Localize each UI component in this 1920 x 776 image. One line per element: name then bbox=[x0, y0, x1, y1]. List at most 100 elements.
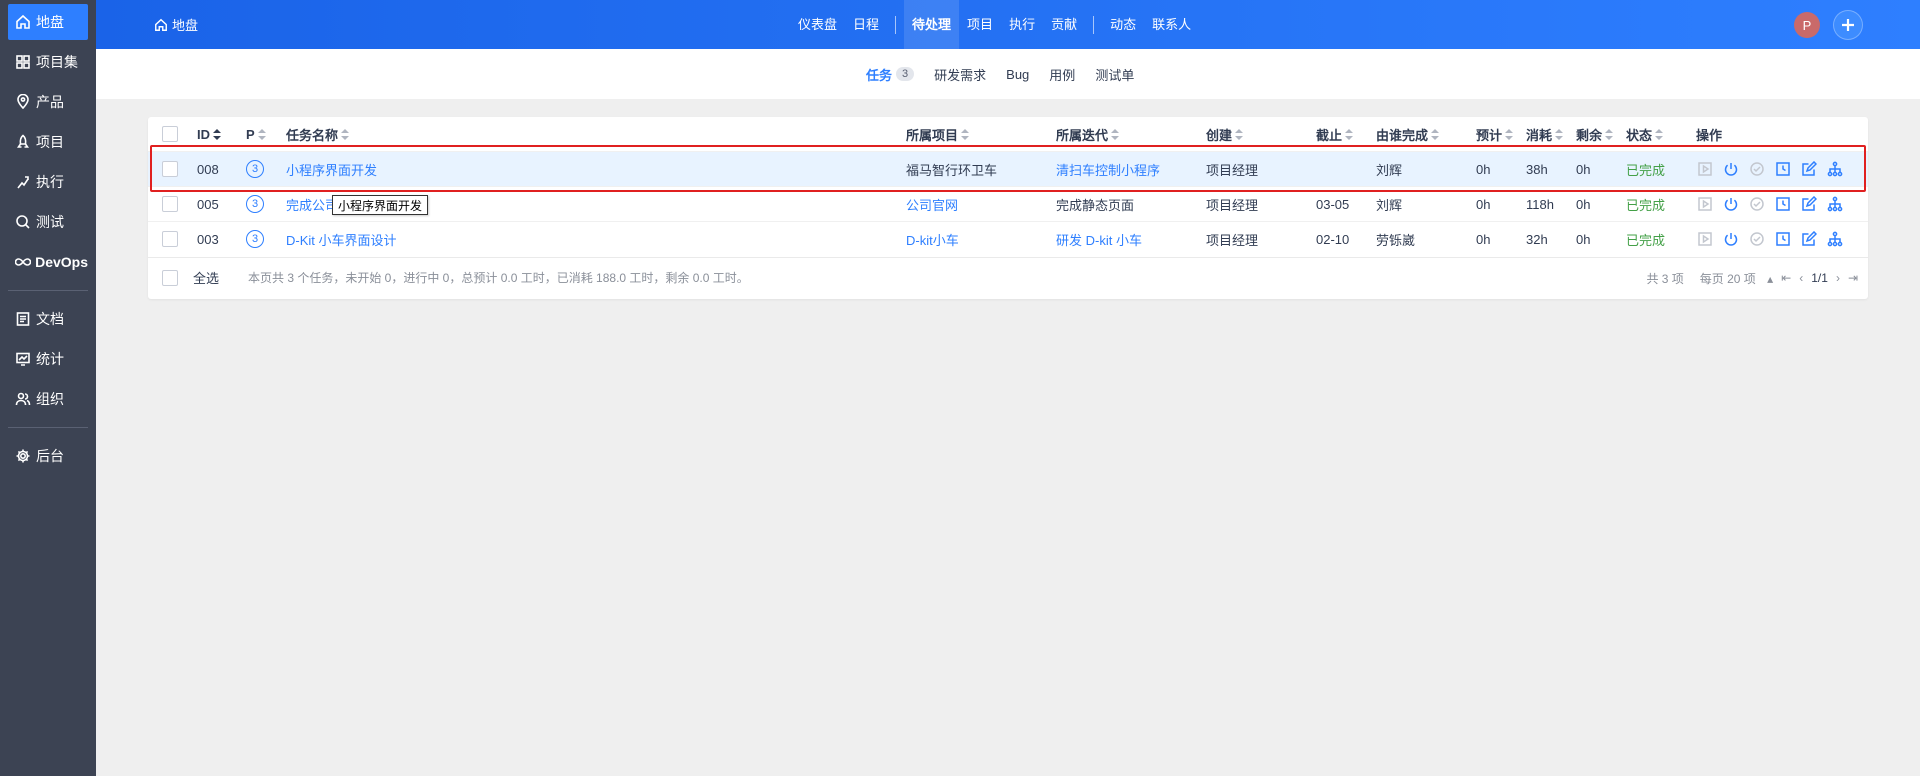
sidebar-item-product[interactable]: 产品 bbox=[8, 84, 88, 120]
batch-create-icon[interactable] bbox=[1826, 160, 1844, 178]
project-link[interactable]: D-kit小车 bbox=[906, 222, 959, 256]
task-name-link[interactable]: D-Kit 小车界面设计 bbox=[286, 222, 397, 256]
next-page-icon[interactable]: › bbox=[1836, 271, 1840, 285]
batch-create-icon[interactable] bbox=[1826, 230, 1844, 248]
task-name-link[interactable]: 小程序界面开发 bbox=[286, 152, 377, 186]
batch-create-icon[interactable] bbox=[1826, 195, 1844, 213]
creator: 项目经理 bbox=[1206, 197, 1259, 213]
sidebar-item-program[interactable]: 项目集 bbox=[8, 44, 88, 80]
play-icon[interactable] bbox=[1696, 230, 1714, 248]
record-hours-icon[interactable] bbox=[1774, 195, 1792, 213]
sidebar-item-company[interactable]: 组织 bbox=[8, 381, 88, 417]
finished-by: 劳铄崴 bbox=[1376, 232, 1416, 248]
select-all-label[interactable]: 全选 bbox=[193, 258, 219, 297]
header-label: 创建 bbox=[1206, 127, 1233, 143]
priority-badge: 3 bbox=[246, 152, 264, 186]
checkbox[interactable] bbox=[162, 161, 178, 177]
finish-icon[interactable] bbox=[1748, 230, 1766, 248]
header-finishedby[interactable]: 由谁完成 bbox=[1376, 117, 1440, 151]
sidebar-item-project[interactable]: 项目 bbox=[8, 124, 88, 160]
page-indicator: 1/1 bbox=[1811, 271, 1828, 285]
header-estimate[interactable]: 预计 bbox=[1476, 117, 1514, 151]
avatar[interactable]: P bbox=[1794, 12, 1820, 38]
nav-dashboard[interactable]: 仪表盘 bbox=[790, 0, 845, 49]
checkbox[interactable] bbox=[162, 269, 178, 286]
header-status[interactable]: 状态 bbox=[1626, 117, 1664, 151]
checkbox[interactable] bbox=[162, 231, 178, 247]
play-icon[interactable] bbox=[1696, 195, 1714, 213]
tab-bug[interactable]: Bug bbox=[1006, 67, 1029, 82]
caret-up-icon: ▴ bbox=[1767, 271, 1774, 286]
row-checkbox[interactable] bbox=[162, 187, 178, 221]
header-left[interactable]: 剩余 bbox=[1576, 117, 1614, 151]
add-button[interactable] bbox=[1833, 10, 1863, 40]
finish-icon[interactable] bbox=[1748, 195, 1766, 213]
pager: 共 3 项 每页 20 项 ▴ ⇤ ‹ 1/1 › ⇥ bbox=[1638, 258, 1858, 298]
header-deadline[interactable]: 截止 bbox=[1316, 117, 1354, 151]
tab-testtask[interactable]: 测试单 bbox=[1095, 65, 1134, 84]
row-checkbox[interactable] bbox=[162, 152, 178, 186]
per-page-label: 每页 20 项 bbox=[1699, 271, 1756, 286]
prev-page-icon[interactable]: ‹ bbox=[1799, 271, 1803, 285]
sidebar-item-doc[interactable]: 文档 bbox=[8, 301, 88, 337]
nav-dynamic[interactable]: 动态 bbox=[1102, 0, 1144, 49]
start-icon[interactable] bbox=[1722, 230, 1740, 248]
nav-contacts[interactable]: 联系人 bbox=[1144, 0, 1199, 49]
edit-icon[interactable] bbox=[1800, 195, 1818, 213]
sidebar-item-qa[interactable]: 测试 bbox=[8, 204, 88, 240]
nav-execution[interactable]: 执行 bbox=[1001, 0, 1043, 49]
infinity-icon bbox=[14, 253, 31, 271]
sort-icon bbox=[1111, 128, 1120, 140]
nav-work[interactable]: 待处理 bbox=[904, 0, 960, 49]
header-label: ID bbox=[197, 126, 210, 142]
record-hours-icon[interactable] bbox=[1774, 160, 1792, 178]
table-row: 003 3 D-Kit 小车界面设计 D-kit小车 研发 D-kit 小车 项目经理 02… bbox=[148, 221, 1868, 256]
sidebar-divider bbox=[8, 427, 88, 428]
execution-link[interactable]: 完成静态页面 bbox=[1056, 187, 1134, 221]
header-name[interactable]: 任务名称 bbox=[286, 117, 350, 151]
sidebar-item-devops[interactable]: DevOps bbox=[8, 244, 88, 280]
header-execution[interactable]: 所属迭代 bbox=[1056, 117, 1120, 151]
project-link[interactable]: 福马智行环卫车 bbox=[906, 152, 997, 186]
finish-icon[interactable] bbox=[1748, 160, 1766, 178]
execution-link[interactable]: 清扫车控制小程序 bbox=[1056, 152, 1160, 186]
checkbox[interactable] bbox=[162, 126, 178, 142]
start-icon[interactable] bbox=[1722, 195, 1740, 213]
sidebar-item-my[interactable]: 地盘 bbox=[8, 4, 88, 40]
edit-icon[interactable] bbox=[1800, 230, 1818, 248]
project-link[interactable]: 公司官网 bbox=[906, 187, 958, 221]
sidebar-item-admin[interactable]: 后台 bbox=[8, 438, 88, 474]
last-page-icon[interactable]: ⇥ bbox=[1848, 271, 1858, 285]
row-checkbox[interactable] bbox=[162, 222, 178, 256]
tab-story[interactable]: 研发需求 bbox=[934, 65, 986, 84]
play-icon[interactable] bbox=[1696, 160, 1714, 178]
tab-testcase[interactable]: 用例 bbox=[1049, 65, 1075, 84]
nav-contribute[interactable]: 贡献 bbox=[1043, 0, 1085, 49]
tab-task[interactable]: 任务 3 bbox=[866, 65, 915, 84]
checkbox[interactable] bbox=[162, 196, 178, 212]
header-id[interactable]: ID bbox=[197, 117, 221, 151]
breadcrumb[interactable]: 地盘 bbox=[154, 0, 198, 49]
sidebar-item-execution[interactable]: 执行 bbox=[8, 164, 88, 200]
sidebar-item-label: 项目 bbox=[36, 134, 64, 150]
per-page-select[interactable]: 每页 20 项 ▴ bbox=[1692, 270, 1773, 287]
header-project[interactable]: 所属项目 bbox=[906, 117, 970, 151]
nav-project[interactable]: 项目 bbox=[959, 0, 1001, 49]
record-hours-icon[interactable] bbox=[1774, 230, 1792, 248]
header-creator[interactable]: 创建 bbox=[1206, 117, 1244, 151]
header-label: P bbox=[246, 126, 255, 142]
nav-calendar[interactable]: 日程 bbox=[845, 0, 887, 49]
sidebar-item-label: 统计 bbox=[36, 351, 64, 367]
first-page-icon[interactable]: ⇤ bbox=[1781, 271, 1791, 285]
header-consumed[interactable]: 消耗 bbox=[1526, 117, 1564, 151]
tab-label: 任务 bbox=[866, 67, 893, 83]
estimate: 0h bbox=[1476, 196, 1491, 212]
select-all-checkbox[interactable] bbox=[162, 258, 178, 297]
header-pri[interactable]: P bbox=[246, 117, 266, 151]
task-id: 005 bbox=[197, 196, 219, 212]
start-icon[interactable] bbox=[1722, 160, 1740, 178]
sidebar-item-report[interactable]: 统计 bbox=[8, 341, 88, 377]
edit-icon[interactable] bbox=[1800, 160, 1818, 178]
execution-link[interactable]: 研发 D-kit 小车 bbox=[1056, 222, 1142, 256]
select-all-checkbox-header[interactable] bbox=[162, 117, 178, 151]
